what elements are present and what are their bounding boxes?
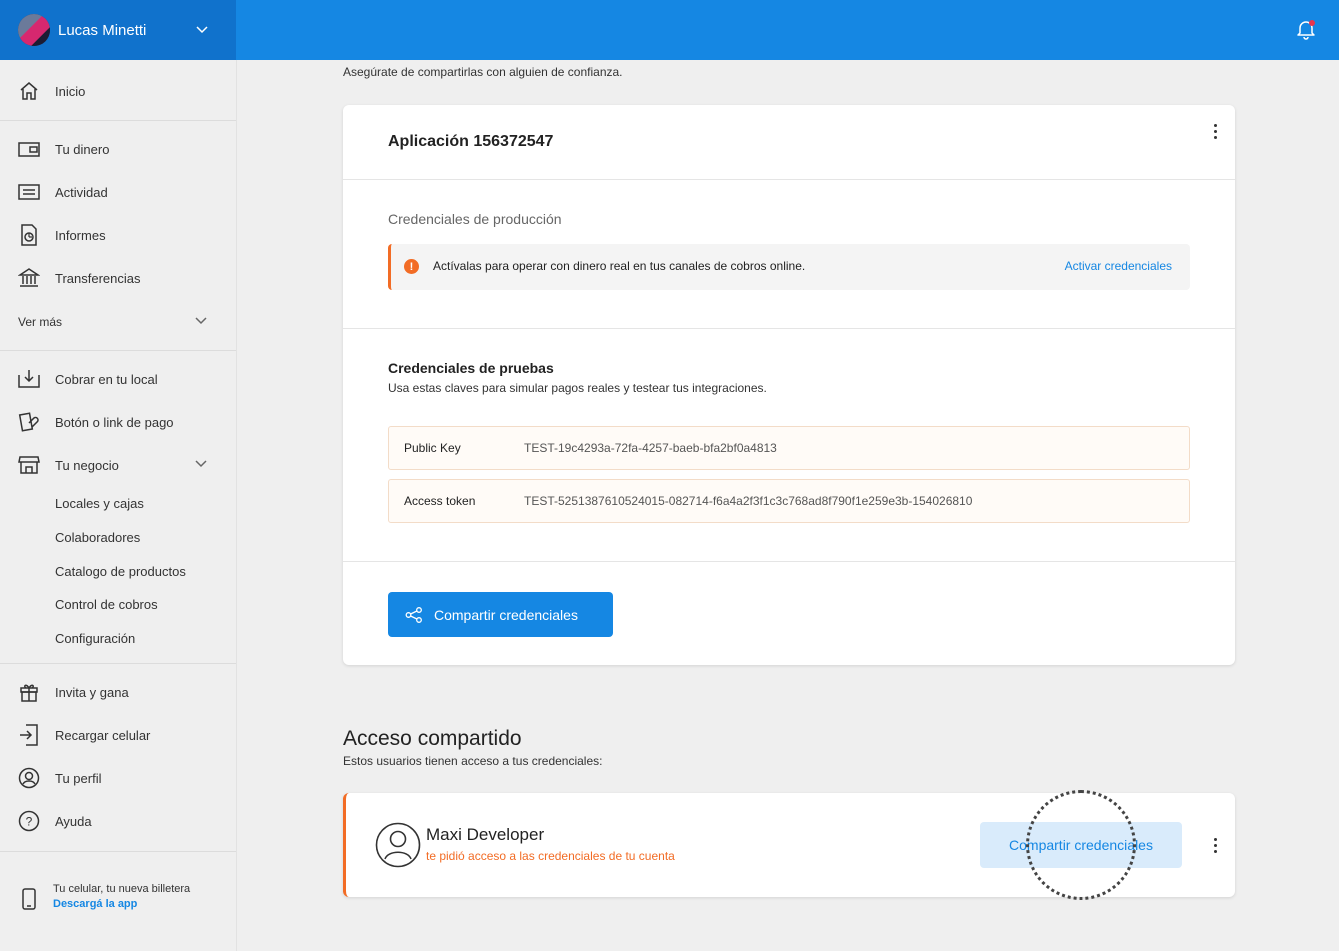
divider xyxy=(0,120,236,121)
alert-text: Actívalas para operar con dinero real en… xyxy=(433,259,806,273)
phone-recharge-icon xyxy=(18,724,40,746)
download-app-link[interactable]: Descargá la app xyxy=(53,898,137,910)
sidebar-item-boton-link-pago[interactable]: Botón o link de pago xyxy=(0,405,236,439)
mobile-phone-icon xyxy=(18,888,40,910)
test-credentials-subtitle: Usa estas claves para simular pagos real… xyxy=(388,381,767,395)
share-credentials-user-button[interactable]: Compartir credenciales xyxy=(980,822,1182,868)
activation-alert: ! Actívalas para operar con dinero real … xyxy=(388,244,1190,290)
sidebar-item-transferencias[interactable]: Transferencias xyxy=(0,261,236,295)
share-credentials-button[interactable]: Compartir credenciales xyxy=(388,592,613,637)
sidebar-item-label: Inicio xyxy=(55,83,86,99)
sidebar-item-label: Ayuda xyxy=(55,813,92,829)
sidebar-item-label: Actividad xyxy=(55,184,108,200)
sidebar-subitem-label: Catalogo de productos xyxy=(55,563,186,579)
divider xyxy=(343,561,1235,562)
sidebar-subitem-locales[interactable]: Locales y cajas xyxy=(0,486,236,520)
sidebar-item-label: Ver más xyxy=(18,315,63,329)
download-box-icon xyxy=(18,368,40,390)
help-icon: ? xyxy=(18,810,40,832)
sidebar-subitem-colaboradores[interactable]: Colaboradores xyxy=(0,520,236,554)
sidebar-subitem-control-cobros[interactable]: Control de cobros xyxy=(0,587,236,621)
divider xyxy=(0,851,236,852)
sidebar-item-label: Tu negocio xyxy=(55,457,119,473)
sidebar-subitem-configuracion[interactable]: Configuración xyxy=(0,621,236,655)
bank-icon xyxy=(18,267,40,289)
test-credentials-title: Credenciales de pruebas xyxy=(388,360,554,376)
wallet-icon xyxy=(18,138,40,160)
sidebar-item-tu-perfil[interactable]: Tu perfil xyxy=(0,761,236,795)
sidebar-item-label: Tu perfil xyxy=(55,770,102,786)
sidebar-subitem-catalogo[interactable]: Catalogo de productos xyxy=(0,554,236,588)
svg-text:?: ? xyxy=(26,815,33,829)
sidebar-item-ver-mas[interactable]: Ver más xyxy=(0,305,236,339)
bell-icon[interactable] xyxy=(1295,18,1317,45)
user-name: Lucas Minetti xyxy=(58,21,147,39)
download-app-promo[interactable]: Tu celular, tu nueva billetera Descargá … xyxy=(0,876,236,926)
credential-key: Public Key xyxy=(404,441,461,455)
shared-user-card: Maxi Developer te pidió acceso a las cre… xyxy=(343,793,1235,897)
divider xyxy=(0,350,236,351)
sidebar-item-label: Recargar celular xyxy=(55,727,151,743)
credential-value[interactable]: TEST-5251387610524015-082714-f6a4a2f3f1c… xyxy=(524,494,972,508)
application-card: Aplicación 156372547 Credenciales de pro… xyxy=(343,105,1235,665)
public-key-row[interactable]: Public Key TEST-19c4293a-72fa-4257-baeb-… xyxy=(388,426,1190,470)
sidebar-item-recargar-celular[interactable]: Recargar celular xyxy=(0,718,236,752)
user-avatar-icon xyxy=(375,822,421,873)
sidebar-item-label: Invita y gana xyxy=(55,684,129,700)
warning-icon: ! xyxy=(404,259,419,274)
store-icon xyxy=(18,454,40,476)
profile-icon xyxy=(18,767,40,789)
sidebar-item-cobrar-en-tu-local[interactable]: Cobrar en tu local xyxy=(0,362,236,396)
chevron-down-icon xyxy=(194,456,208,475)
avatar xyxy=(18,14,50,46)
security-note: Asegúrate de compartirlas con alguien de… xyxy=(343,65,623,79)
gift-icon xyxy=(18,681,40,703)
sidebar-subitem-label: Control de cobros xyxy=(55,596,158,612)
more-options-icon[interactable] xyxy=(1205,119,1225,143)
sidebar-item-inicio[interactable]: Inicio xyxy=(0,74,236,108)
sidebar-item-actividad[interactable]: Actividad xyxy=(0,175,236,209)
activate-credentials-link[interactable]: Activar credenciales xyxy=(1065,259,1172,273)
divider xyxy=(343,179,1235,180)
share-icon xyxy=(405,606,423,623)
shared-access-subtitle: Estos usuarios tienen acceso a tus crede… xyxy=(343,754,603,768)
sidebar: Inicio Tu dinero Actividad Informes Tran… xyxy=(0,60,237,951)
sidebar-item-label: Tu dinero xyxy=(55,141,110,157)
sidebar-item-informes[interactable]: Informes xyxy=(0,218,236,252)
chevron-down-icon xyxy=(195,22,209,41)
home-icon xyxy=(18,80,40,102)
credential-value[interactable]: TEST-19c4293a-72fa-4257-baeb-bfa2bf0a481… xyxy=(524,441,777,455)
sidebar-item-tu-negocio[interactable]: Tu negocio xyxy=(0,448,236,482)
payment-link-icon xyxy=(18,411,40,433)
chevron-down-icon xyxy=(194,313,208,332)
sidebar-item-label: Transferencias xyxy=(55,270,141,286)
sidebar-subitem-label: Locales y cajas xyxy=(55,495,144,511)
user-menu[interactable]: Lucas Minetti xyxy=(0,0,236,60)
divider xyxy=(343,328,1235,329)
sidebar-item-tu-dinero[interactable]: Tu dinero xyxy=(0,132,236,166)
credential-key: Access token xyxy=(404,494,476,508)
sidebar-item-ayuda[interactable]: ? Ayuda xyxy=(0,804,236,838)
production-credentials-label: Credenciales de producción xyxy=(388,211,562,227)
sidebar-item-label: Informes xyxy=(55,227,106,243)
shared-user-name: Maxi Developer xyxy=(426,825,545,844)
application-title: Aplicación 156372547 xyxy=(388,133,554,150)
sidebar-item-invita-gana[interactable]: Invita y gana xyxy=(0,675,236,709)
list-icon xyxy=(18,181,40,203)
shared-user-description: te pidió acceso a las credenciales de tu… xyxy=(426,849,675,863)
more-options-icon[interactable] xyxy=(1205,833,1225,857)
sidebar-subitem-label: Configuración xyxy=(55,630,136,646)
sidebar-item-label: Botón o link de pago xyxy=(55,414,174,430)
divider xyxy=(0,663,236,664)
shared-access-title: Acceso compartido xyxy=(343,727,522,750)
report-icon xyxy=(18,224,40,246)
top-bar: Lucas Minetti xyxy=(0,0,1339,60)
sidebar-subitem-label: Colaboradores xyxy=(55,529,141,545)
share-button-label: Compartir credenciales xyxy=(434,606,578,623)
promo-text: Tu celular, tu nueva billetera xyxy=(53,883,191,895)
sidebar-item-label: Cobrar en tu local xyxy=(55,371,158,387)
access-token-row[interactable]: Access token TEST-5251387610524015-08271… xyxy=(388,479,1190,523)
